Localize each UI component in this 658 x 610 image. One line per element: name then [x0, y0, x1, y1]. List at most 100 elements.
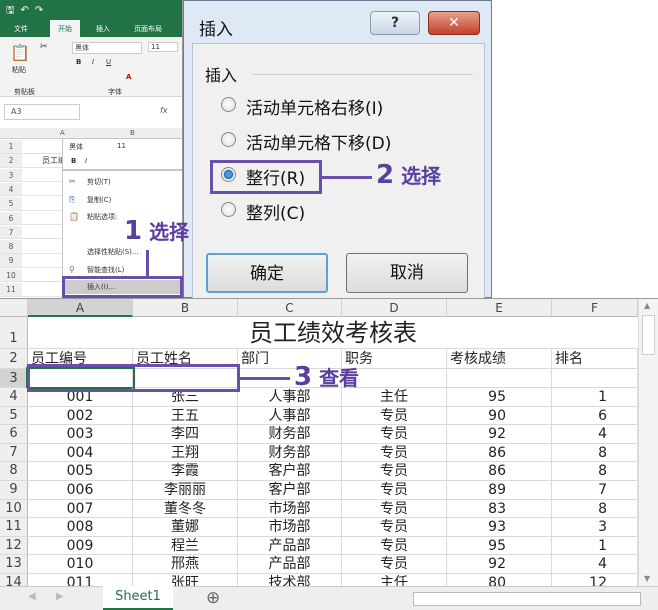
table-cell[interactable]: 003	[28, 425, 133, 443]
font-color-icon[interactable]: A	[126, 73, 131, 81]
table-cell[interactable]: 专员	[342, 518, 447, 536]
row-number[interactable]: 5	[0, 406, 28, 425]
close-button[interactable]: ✕	[428, 11, 480, 35]
prev-sheet-icon[interactable]: ◀	[28, 591, 36, 602]
table-cell[interactable]: 6	[552, 406, 638, 425]
table-cell[interactable]: 王翔	[133, 443, 238, 462]
row-number[interactable]: 13	[0, 555, 28, 573]
mini-row-number[interactable]: 5	[0, 197, 22, 210]
table-cell[interactable]: 产品部	[238, 555, 342, 573]
column-header[interactable]: D	[342, 299, 447, 317]
row-number[interactable]: 2	[0, 349, 28, 368]
table-cell[interactable]	[447, 369, 552, 387]
cancel-button[interactable]: 取消	[346, 253, 468, 293]
underline-button[interactable]: U	[106, 58, 111, 66]
table-cell[interactable]: 95	[447, 388, 552, 406]
table-cell[interactable]: 8	[552, 462, 638, 480]
row-number[interactable]: 10	[0, 499, 28, 518]
table-cell[interactable]: 专员	[342, 536, 447, 555]
table-cell[interactable]: 李丽丽	[133, 481, 238, 499]
row-number[interactable]: 4	[0, 388, 28, 406]
row-number[interactable]: 6	[0, 425, 28, 443]
mini-row-number[interactable]: 9	[0, 254, 22, 267]
table-cell[interactable]: 92	[447, 425, 552, 443]
table-cell[interactable]: 市场部	[238, 518, 342, 536]
table-cell[interactable]: 市场部	[238, 499, 342, 518]
row-number[interactable]: 7	[0, 443, 28, 462]
column-header-a[interactable]: A	[60, 129, 65, 137]
table-cell[interactable]: 专员	[342, 555, 447, 573]
table-cell[interactable]: 1	[552, 536, 638, 555]
context-menu-item[interactable]: ⚲ 智能查找(L)	[63, 263, 182, 277]
table-cell[interactable]: 006	[28, 481, 133, 499]
table-cell[interactable]: 王五	[133, 406, 238, 425]
scroll-up-icon[interactable]: ▲	[644, 301, 650, 310]
save-icon[interactable]: 🖫	[6, 5, 21, 16]
mini-row-number[interactable]: 10	[0, 268, 22, 282]
table-cell[interactable]: 财务部	[238, 425, 342, 443]
context-menu-item[interactable]: ⎘ 复制(C)	[63, 193, 182, 207]
table-cell[interactable]: 董娜	[133, 518, 238, 536]
name-box[interactable]: A3	[4, 104, 80, 120]
table-cell[interactable]: 财务部	[238, 443, 342, 462]
mini-row-number[interactable]: 2	[0, 154, 22, 167]
paste-button[interactable]: 粘贴	[12, 65, 26, 75]
font-size-select[interactable]: 11	[148, 42, 178, 52]
mini-italic-button[interactable]: I	[85, 157, 87, 165]
table-cell[interactable]: 专员	[342, 425, 447, 443]
font-name-select[interactable]: 黑体	[72, 42, 142, 54]
row-number[interactable]: 11	[0, 518, 28, 536]
table-cell[interactable]: 86	[447, 443, 552, 462]
column-header[interactable]: E	[447, 299, 552, 317]
mini-row-number[interactable]: 11	[0, 283, 22, 296]
table-cell[interactable]: 95	[447, 536, 552, 555]
redo-icon[interactable]: ↷	[35, 5, 49, 16]
vertical-scrollbar[interactable]: ▲ ▼	[638, 299, 658, 586]
table-cell[interactable]: 产品部	[238, 536, 342, 555]
table-cell[interactable]: 人事部	[238, 406, 342, 425]
table-cell[interactable]: 7	[552, 481, 638, 499]
radio-option[interactable]: 活动单元格下移(D)	[221, 129, 391, 154]
mini-row-number[interactable]: 8	[0, 240, 22, 253]
table-cell[interactable]: 程兰	[133, 536, 238, 555]
ok-button[interactable]: 确定	[206, 253, 328, 293]
table-cell[interactable]: 1	[552, 388, 638, 406]
table-cell[interactable]: 专员	[342, 499, 447, 518]
sheet-title[interactable]: 员工绩效考核表	[28, 317, 638, 348]
row-number[interactable]: 12	[0, 536, 28, 555]
table-cell[interactable]: 客户部	[238, 481, 342, 499]
table-cell[interactable]: 008	[28, 518, 133, 536]
mini-size-select[interactable]: 11	[117, 142, 126, 150]
undo-icon[interactable]: ↶	[21, 5, 35, 16]
row-number[interactable]: 9	[0, 481, 28, 499]
scroll-thumb[interactable]	[642, 315, 655, 355]
radio-button[interactable]	[221, 202, 236, 217]
tab-insert[interactable]: 插入	[96, 24, 110, 34]
scroll-down-icon[interactable]: ▼	[644, 574, 650, 583]
mini-bold-button[interactable]: B	[71, 157, 76, 165]
table-cell[interactable]: 010	[28, 555, 133, 573]
table-cell[interactable]: 90	[447, 406, 552, 425]
table-cell[interactable]: 8	[552, 443, 638, 462]
table-cell[interactable]	[552, 369, 638, 387]
select-all-corner[interactable]	[0, 299, 28, 317]
radio-button[interactable]	[221, 97, 236, 112]
context-menu-item[interactable]: 选择性粘贴(S)...	[63, 245, 182, 259]
table-cell[interactable]: 专员	[342, 481, 447, 499]
mini-row-number[interactable]: 1	[0, 140, 22, 153]
table-cell[interactable]: 007	[28, 499, 133, 518]
column-header[interactable]: B	[133, 299, 238, 317]
column-header-b[interactable]: B	[130, 129, 135, 137]
fx-icon[interactable]: fx	[160, 106, 168, 115]
mini-row-number[interactable]: 6	[0, 211, 22, 224]
table-cell[interactable]: 4	[552, 555, 638, 573]
table-cell[interactable]: 专员	[342, 462, 447, 480]
row-number[interactable]: 8	[0, 462, 28, 480]
table-cell[interactable]: 92	[447, 555, 552, 573]
mini-row-number[interactable]: 4	[0, 182, 22, 196]
table-cell[interactable]: 专员	[342, 406, 447, 425]
italic-button[interactable]: I	[92, 58, 94, 66]
row-number[interactable]: 1	[0, 317, 28, 348]
table-cell[interactable]: 董冬冬	[133, 499, 238, 518]
add-sheet-icon[interactable]: ⊕	[206, 588, 220, 608]
